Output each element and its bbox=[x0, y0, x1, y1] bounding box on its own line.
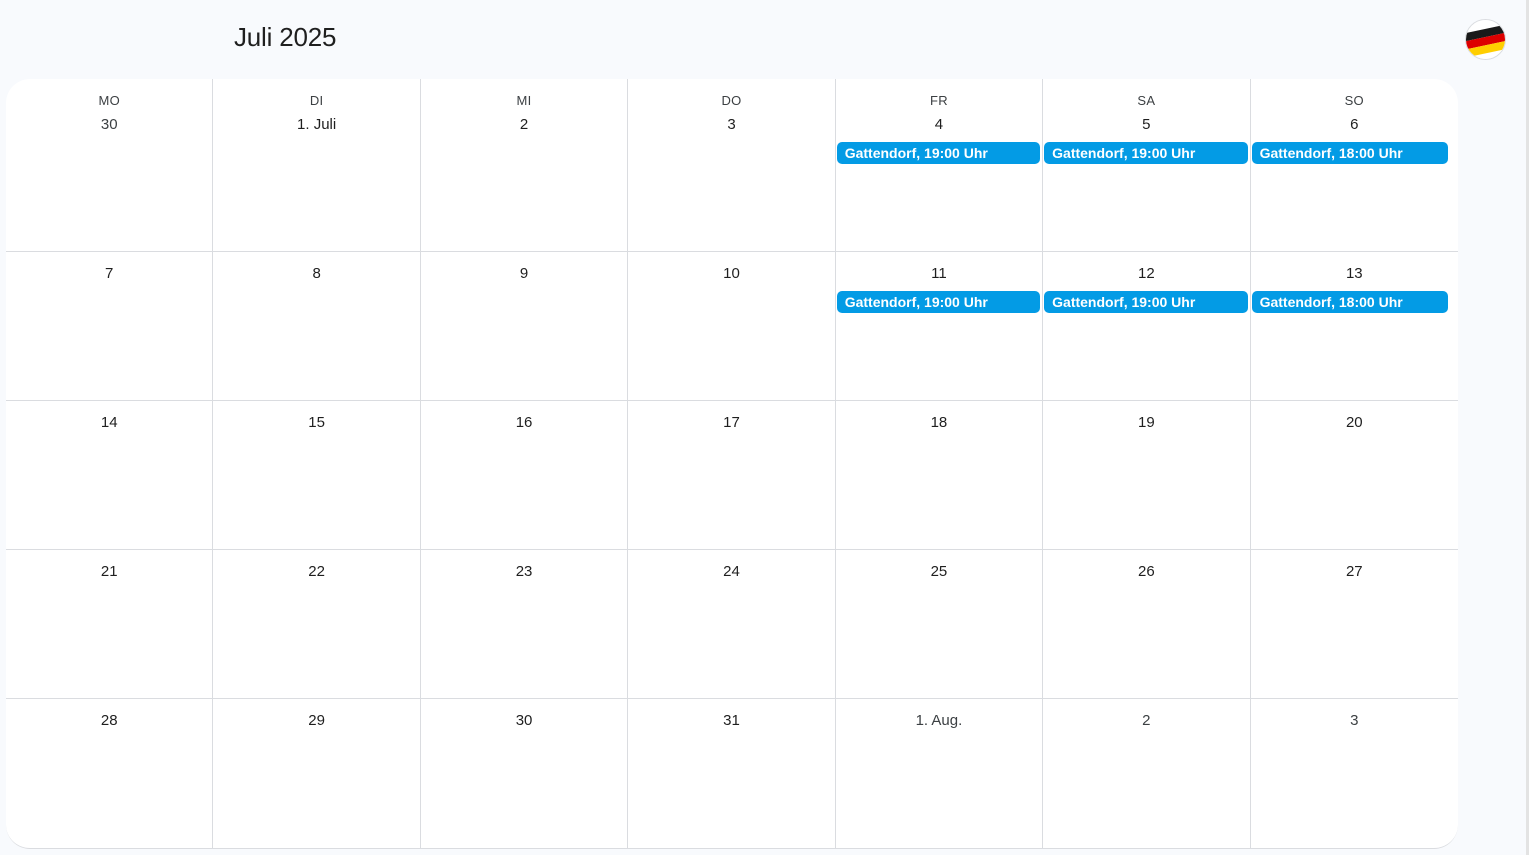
day-cell[interactable]: 15 bbox=[213, 401, 421, 550]
weekday-header: DO bbox=[721, 93, 742, 108]
day-number[interactable]: 17 bbox=[628, 414, 834, 431]
day-cell[interactable]: 9 bbox=[420, 252, 629, 401]
day-cell[interactable]: 14 bbox=[6, 401, 214, 550]
day-number[interactable]: 22 bbox=[213, 563, 419, 580]
day-number[interactable]: 5 bbox=[1043, 116, 1249, 133]
day-number[interactable]: 18 bbox=[836, 414, 1042, 431]
day-cell[interactable]: 20 bbox=[1250, 401, 1458, 550]
day-number[interactable]: 2 bbox=[421, 116, 627, 133]
day-cell[interactable]: DI 1. Juli bbox=[213, 79, 421, 252]
day-number[interactable]: 27 bbox=[1251, 563, 1458, 580]
day-cell[interactable]: 10 bbox=[628, 252, 836, 401]
day-cell[interactable]: 24 bbox=[628, 550, 836, 699]
day-cell[interactable]: 7 bbox=[6, 252, 214, 401]
day-number[interactable]: 1. Juli bbox=[213, 116, 419, 133]
day-number[interactable]: 2 bbox=[1043, 712, 1249, 729]
day-cell[interactable]: 2 bbox=[1043, 699, 1251, 848]
day-cell[interactable]: SA 5 Gattendorf, 19:00 Uhr bbox=[1043, 79, 1251, 252]
day-cell[interactable]: 13 Gattendorf, 18:00 Uhr bbox=[1250, 252, 1458, 401]
month-grid: MO 30 DI 1. Juli MI 2 DO 3 FR 4 Gattendorf, 19:00 … bbox=[6, 79, 1458, 849]
day-number[interactable]: 4 bbox=[836, 116, 1042, 133]
day-cell[interactable]: 26 bbox=[1043, 550, 1251, 699]
weekday-header: SA bbox=[1137, 93, 1156, 108]
day-cell[interactable]: 8 bbox=[213, 252, 421, 401]
day-cell[interactable]: 3 bbox=[1251, 699, 1458, 848]
day-cell[interactable]: 18 bbox=[835, 401, 1044, 550]
day-cell[interactable]: 19 bbox=[1043, 401, 1251, 550]
day-number[interactable]: 7 bbox=[6, 265, 212, 282]
event-chip[interactable]: Gattendorf, 18:00 Uhr bbox=[1251, 291, 1448, 313]
day-number[interactable]: 30 bbox=[6, 116, 212, 133]
day-number[interactable]: 26 bbox=[1043, 563, 1249, 580]
day-cell[interactable]: 22 bbox=[213, 550, 421, 699]
weekday-header: MO bbox=[98, 93, 120, 108]
day-number[interactable]: 30 bbox=[421, 712, 627, 729]
day-number[interactable]: 9 bbox=[421, 265, 627, 282]
day-number[interactable]: 23 bbox=[421, 563, 627, 580]
day-cell[interactable]: 11 Gattendorf, 19:00 Uhr bbox=[835, 252, 1044, 401]
event-chip[interactable]: Gattendorf, 19:00 Uhr bbox=[1044, 291, 1248, 313]
month-title: Juli 2025 bbox=[234, 22, 337, 52]
day-number[interactable]: 3 bbox=[628, 116, 834, 133]
day-cell[interactable]: DO 3 bbox=[628, 79, 836, 252]
calendar-header: Juli 2025 bbox=[0, 0, 1529, 80]
day-number[interactable]: 21 bbox=[6, 563, 212, 580]
event-chip[interactable]: Gattendorf, 19:00 Uhr bbox=[836, 291, 1041, 313]
day-cell[interactable]: 31 bbox=[628, 699, 836, 848]
day-number[interactable]: 20 bbox=[1251, 414, 1458, 431]
day-cell[interactable]: 17 bbox=[628, 401, 836, 550]
day-cell[interactable]: 23 bbox=[420, 550, 629, 699]
day-number[interactable]: 28 bbox=[6, 712, 212, 729]
day-cell[interactable]: 29 bbox=[213, 699, 421, 848]
event-chip[interactable]: Gattendorf, 19:00 Uhr bbox=[1044, 142, 1248, 164]
day-cell[interactable]: 25 bbox=[835, 550, 1044, 699]
day-number[interactable]: 8 bbox=[213, 265, 419, 282]
day-cell[interactable]: FR 4 Gattendorf, 19:00 Uhr bbox=[835, 79, 1044, 252]
day-cell[interactable]: SO 6 Gattendorf, 18:00 Uhr bbox=[1250, 79, 1458, 252]
day-number[interactable]: 1. Aug. bbox=[836, 712, 1042, 729]
weekday-header: MI bbox=[516, 93, 532, 108]
day-number[interactable]: 25 bbox=[836, 563, 1042, 580]
weekday-header: FR bbox=[929, 93, 948, 108]
day-number[interactable]: 12 bbox=[1043, 265, 1249, 282]
day-cell[interactable]: 12 Gattendorf, 19:00 Uhr bbox=[1043, 252, 1251, 401]
flag-avatar-icon[interactable] bbox=[1465, 19, 1506, 60]
day-cell[interactable]: 16 bbox=[420, 401, 629, 550]
day-number[interactable]: 16 bbox=[421, 414, 627, 431]
day-cell[interactable]: 27 bbox=[1250, 550, 1458, 699]
day-number[interactable]: 10 bbox=[628, 265, 834, 282]
weekday-header: SO bbox=[1344, 93, 1364, 108]
day-number[interactable]: 24 bbox=[628, 563, 834, 580]
day-number[interactable]: 13 bbox=[1251, 265, 1458, 282]
event-chip[interactable]: Gattendorf, 19:00 Uhr bbox=[836, 142, 1041, 164]
weekday-header: DI bbox=[309, 93, 324, 108]
day-number[interactable]: 15 bbox=[213, 414, 419, 431]
event-chip[interactable]: Gattendorf, 18:00 Uhr bbox=[1251, 142, 1448, 164]
day-cell[interactable]: 28 bbox=[6, 699, 214, 848]
day-number[interactable]: 29 bbox=[213, 712, 419, 729]
day-cell[interactable]: 21 bbox=[6, 550, 214, 699]
day-number[interactable]: 6 bbox=[1251, 116, 1458, 133]
day-cell[interactable]: 1. Aug. bbox=[836, 699, 1044, 848]
day-number[interactable]: 3 bbox=[1251, 712, 1458, 729]
calendar-grid: MO 30 DI 1. Juli MI 2 DO 3 FR 4 Gattendorf, 19:00 … bbox=[6, 79, 1458, 848]
day-number[interactable]: 31 bbox=[628, 712, 834, 729]
day-number[interactable]: 11 bbox=[836, 265, 1042, 282]
day-cell[interactable]: 30 bbox=[421, 699, 629, 848]
day-number[interactable]: 14 bbox=[6, 414, 212, 431]
day-cell[interactable]: MO 30 bbox=[6, 79, 214, 252]
day-cell[interactable]: MI 2 bbox=[420, 79, 629, 252]
day-number[interactable]: 19 bbox=[1043, 414, 1249, 431]
germany-flag-icon bbox=[1466, 20, 1505, 59]
